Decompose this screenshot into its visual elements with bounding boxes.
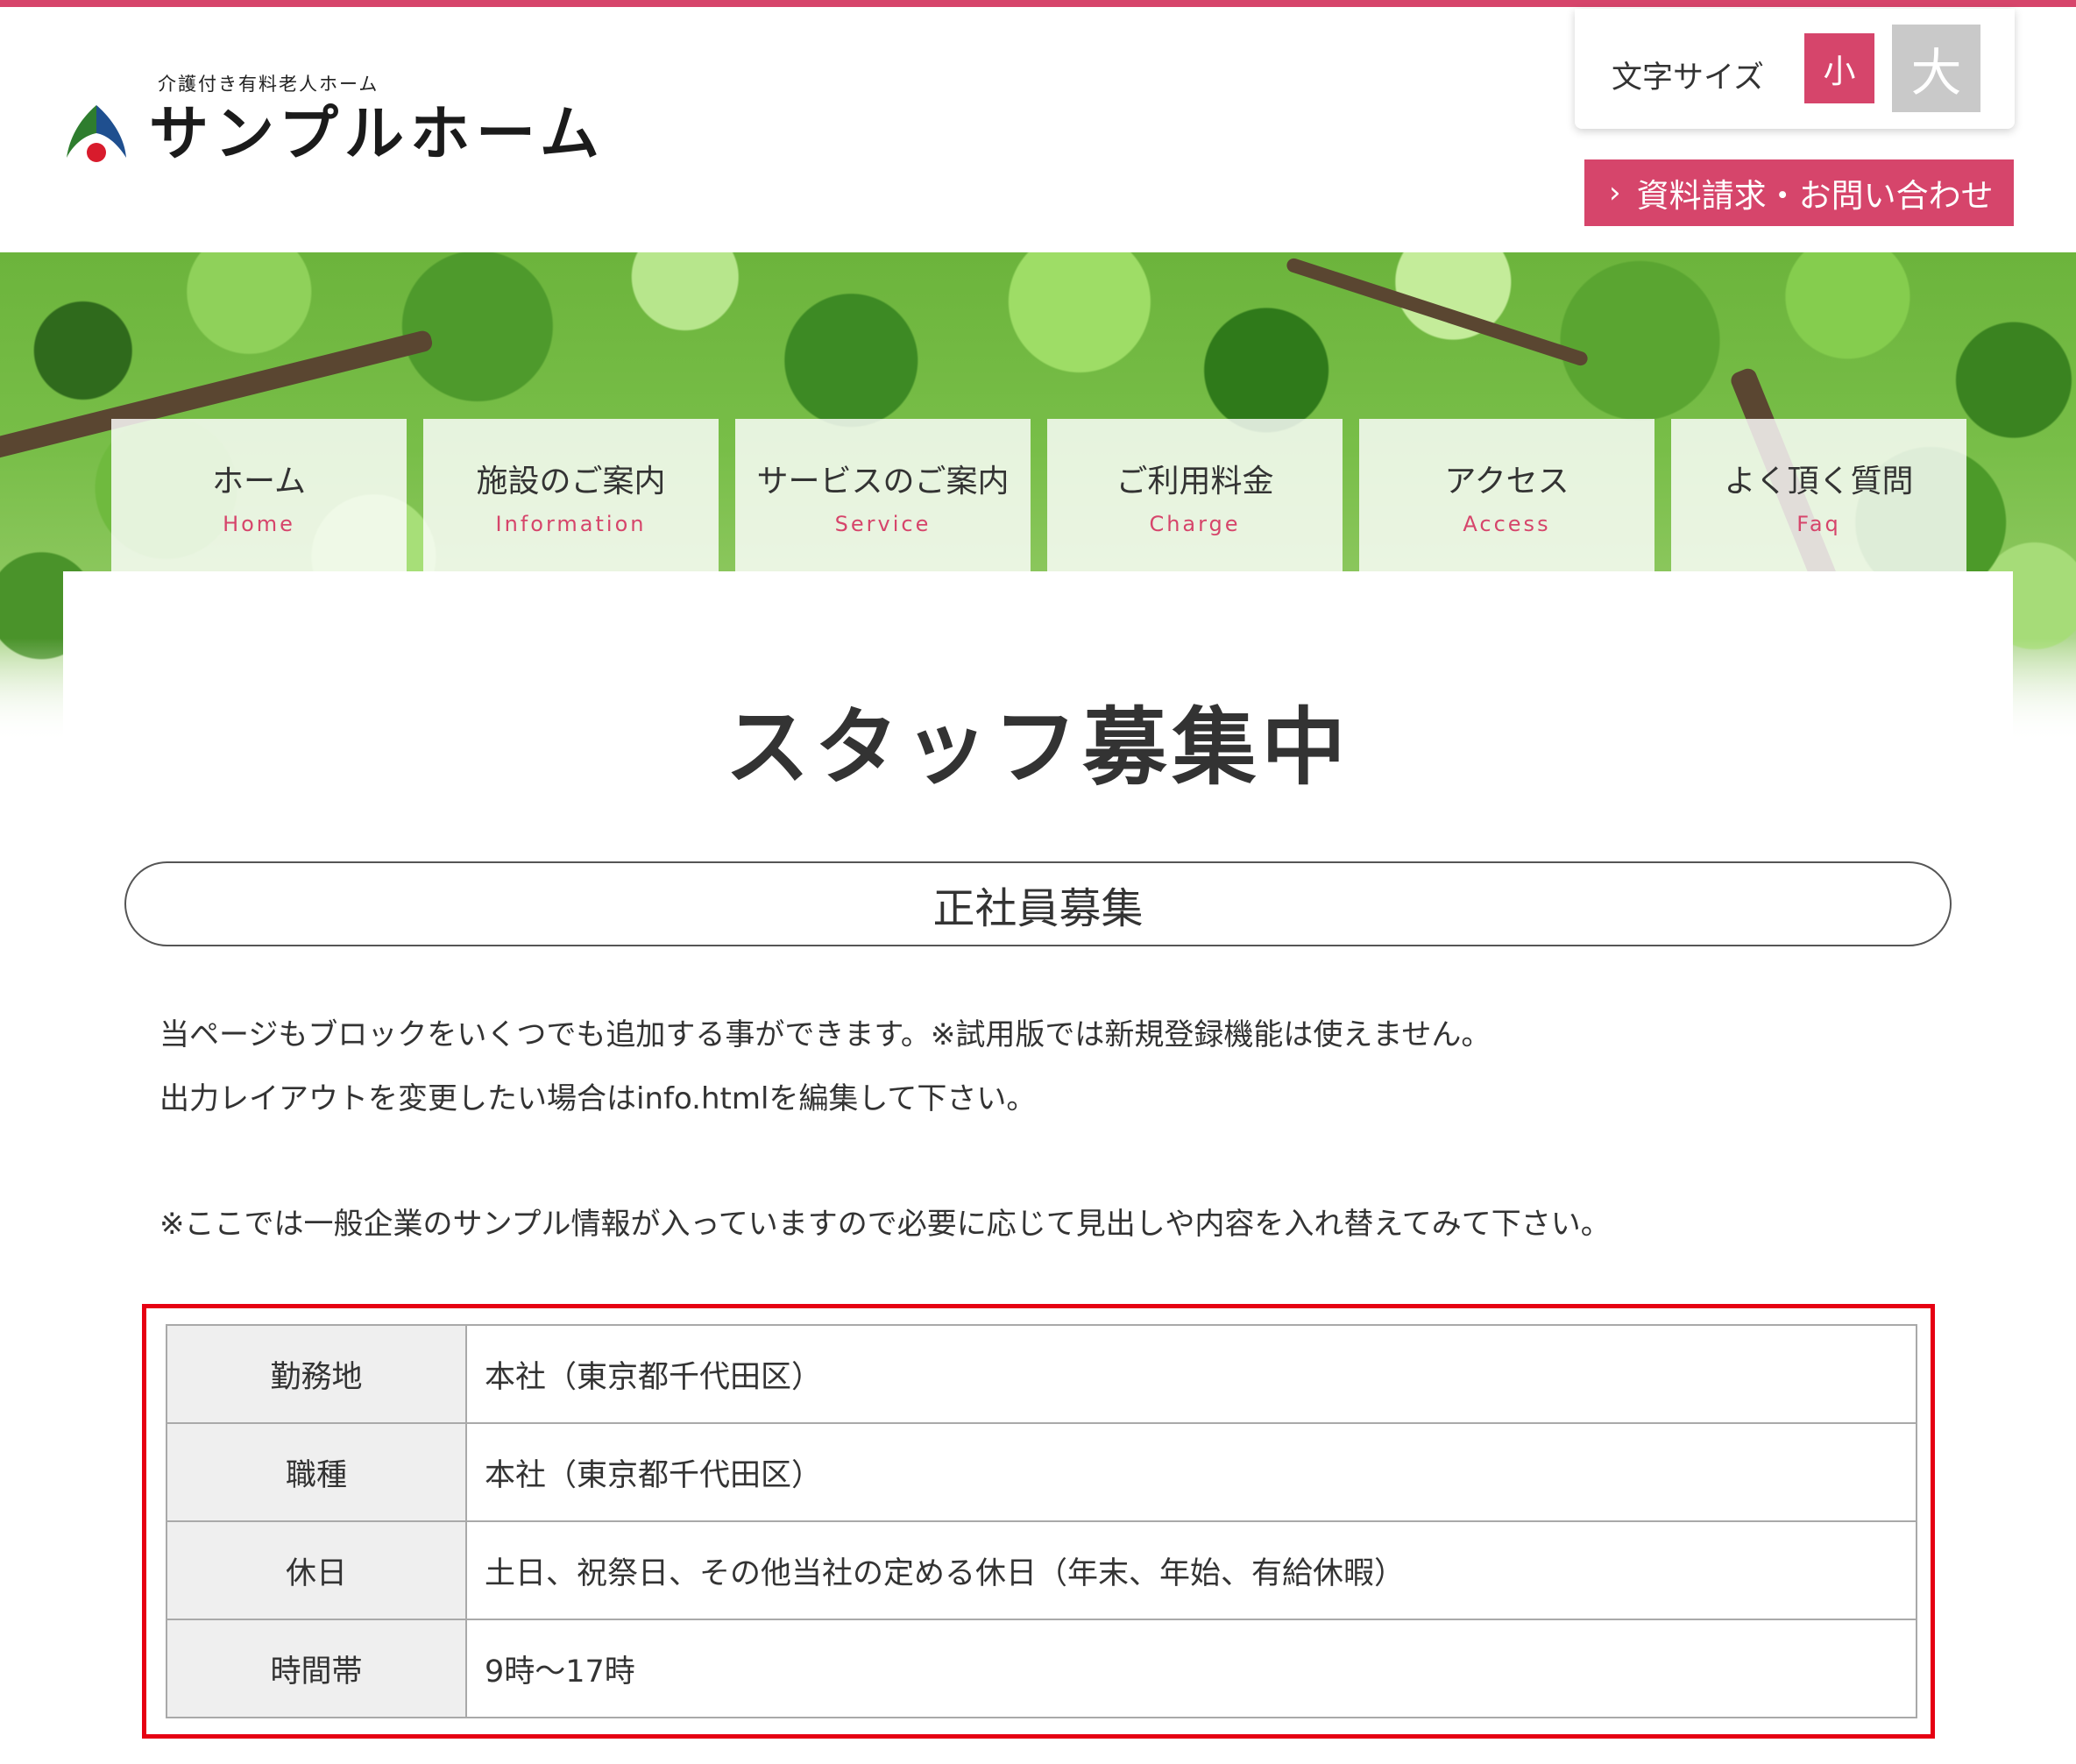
font-size-large-button[interactable]: 大	[1892, 25, 1980, 112]
table-row-label: 職種	[166, 1422, 467, 1522]
table-row-label: 時間帯	[166, 1619, 467, 1718]
highlight-frame: 勤務地 本社（東京都千代田区） 職種 本社（東京都千代田区） 休日 土日、祝祭日…	[142, 1304, 1935, 1739]
table-row: 時間帯 9時〜17時	[166, 1619, 1917, 1718]
table-row-value: 本社（東京都千代田区）	[465, 1324, 1917, 1424]
recruitment-info-table: 勤務地 本社（東京都千代田区） 職種 本社（東京都千代田区） 休日 土日、祝祭日…	[166, 1324, 1917, 1718]
nav-item-access[interactable]: アクセス Access	[1359, 419, 1654, 572]
font-size-label: 文字サイズ	[1612, 60, 1764, 96]
top-accent-bar	[0, 0, 2076, 7]
nav-item-sublabel: Home	[223, 512, 295, 536]
contact-button-label: 資料請求・お問い合わせ	[1636, 177, 1994, 215]
nav-item-label: ホーム	[212, 464, 306, 499]
table-row-label: 休日	[166, 1520, 467, 1620]
contact-button[interactable]: › 資料請求・お問い合わせ	[1584, 159, 2014, 226]
nav-item-label: よく頂く質問	[1724, 464, 1914, 499]
nav-item-sublabel: Service	[834, 512, 932, 536]
leaf-logo-icon	[67, 105, 126, 162]
logo-subtitle: 介護付き有料老人ホーム	[158, 74, 379, 95]
body-paragraph: 出力レイアウトを変更したい場合はinfo.htmlを編集して下さい。	[159, 1081, 1037, 1116]
logo-title: サンプルホーム	[149, 100, 606, 169]
table-row-label: 勤務地	[166, 1324, 467, 1424]
nav-item-service[interactable]: サービスのご案内 Service	[735, 419, 1031, 572]
site-logo[interactable]: 介護付き有料老人ホーム サンプルホーム	[65, 70, 608, 175]
section-heading: 正社員募集	[124, 861, 1952, 946]
nav-item-sublabel: Information	[495, 512, 647, 536]
nav-item-sublabel: Access	[1463, 512, 1551, 536]
table-row: 職種 本社（東京都千代田区）	[166, 1422, 1917, 1522]
table-row-value: 9時〜17時	[465, 1619, 1917, 1718]
font-size-switcher: 文字サイズ 小 大	[1575, 9, 2015, 129]
nav-item-home[interactable]: ホーム Home	[111, 419, 407, 572]
body-paragraph: 当ページもブロックをいくつでも追加する事ができます。※試用版では新規登録機能は使…	[159, 1017, 1491, 1052]
nav-item-label: 施設のご案内	[476, 464, 666, 499]
nav-item-label: アクセス	[1444, 464, 1569, 499]
page-title: スタッフ募集中	[725, 698, 1351, 797]
table-row: 休日 土日、祝祭日、その他当社の定める休日（年末、年始、有給休暇）	[166, 1520, 1917, 1620]
nav-item-information[interactable]: 施設のご案内 Information	[423, 419, 719, 572]
nav-item-label: ご利用料金	[1116, 464, 1274, 499]
table-row-value: 本社（東京都千代田区）	[465, 1422, 1917, 1522]
font-size-small-button[interactable]: 小	[1804, 33, 1874, 103]
nav-item-label: サービスのご案内	[756, 464, 1010, 499]
chevron-right-icon: ›	[1609, 175, 1621, 210]
table-row-value: 土日、祝祭日、その他当社の定める休日（年末、年始、有給休暇）	[465, 1520, 1917, 1620]
nav-item-charge[interactable]: ご利用料金 Charge	[1047, 419, 1343, 572]
nav-item-faq[interactable]: よく頂く質問 Faq	[1671, 419, 1966, 572]
nav-item-sublabel: Faq	[1796, 512, 1841, 536]
body-paragraph: ※ここでは一般企業のサンプル情報が入っていますので必要に応じて見出しや内容を入れ…	[159, 1207, 1611, 1242]
nav-item-sublabel: Charge	[1149, 512, 1241, 536]
global-nav: ホーム Home 施設のご案内 Information サービスのご案内 Ser…	[111, 419, 1966, 572]
table-row: 勤務地 本社（東京都千代田区）	[166, 1324, 1917, 1424]
